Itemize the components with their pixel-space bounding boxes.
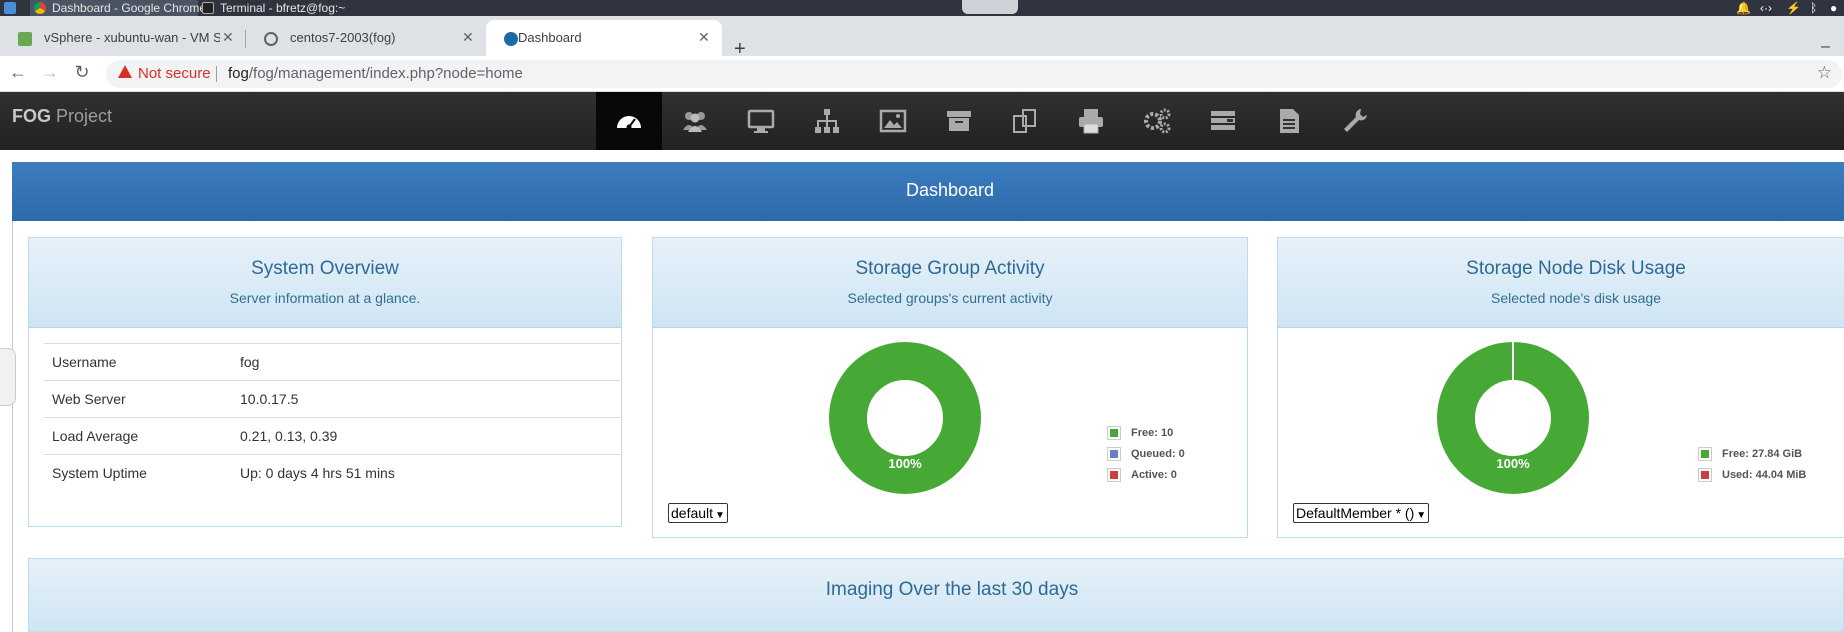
bookmark-star-icon[interactable]: ☆: [1817, 63, 1832, 83]
tab-centos[interactable]: centos7-2003(fog) ✕: [246, 20, 486, 56]
donut-percent-label: 100%: [888, 456, 922, 471]
card-title: System Overview: [251, 258, 399, 279]
url-text[interactable]: fog/fog/management/index.php?node=home: [228, 65, 523, 82]
disk-usage-legend: Free: 27.84 GiB Used: 44.04 MiB: [1698, 447, 1806, 489]
system-overview-card: System Overview Server information at a …: [28, 237, 622, 527]
printers-icon: [1079, 109, 1103, 134]
nav-tasks[interactable]: [1190, 92, 1256, 150]
tab-title: Dashboard: [518, 30, 582, 45]
power-icon[interactable]: ⚡: [1786, 0, 1801, 16]
storage-group-select[interactable]: default ▼: [668, 503, 728, 523]
table-row: Username fog: [44, 343, 620, 380]
chrome-icon: [34, 2, 46, 14]
legend-item: Free: 27.84 GiB: [1698, 447, 1806, 468]
nav-reports[interactable]: [1256, 92, 1322, 150]
panel-handle[interactable]: [962, 0, 1018, 14]
card-subtitle: Server information at a glance.: [229, 290, 421, 306]
vsphere-icon: [18, 32, 32, 46]
card-subtitle: Selected groups's current activity: [847, 290, 1053, 306]
taskbar-item-chrome[interactable]: Dashboard - Google Chrome: [30, 0, 206, 16]
address-bar[interactable]: Not secure fog/fog/management/index.php?…: [106, 60, 1842, 88]
imaging-history-card: Imaging Over the last 30 days: [28, 558, 1844, 632]
dashboard-heading-bar: Dashboard: [12, 162, 1844, 221]
fog-header: FOG Project: [0, 92, 1844, 150]
security-label[interactable]: Not secure: [138, 65, 211, 82]
close-tab-icon[interactable]: ✕: [222, 29, 234, 46]
app-menu-icon[interactable]: [4, 2, 16, 14]
nav-users[interactable]: [662, 92, 728, 150]
close-tab-icon[interactable]: ✕: [462, 29, 474, 46]
groups-icon: [815, 109, 839, 133]
warning-icon: [118, 65, 132, 78]
taskbar-item-label: Dashboard - Google Chrome: [52, 1, 207, 15]
close-tab-icon[interactable]: ✕: [698, 29, 710, 46]
legend-item: Active: 0: [1107, 468, 1185, 489]
nav-dashboard[interactable]: [596, 92, 662, 150]
notification-bell-icon[interactable]: 🔔: [1736, 0, 1751, 16]
card-title: Storage Node Disk Usage: [1466, 258, 1686, 279]
bluetooth-icon[interactable]: ᛒ: [1810, 0, 1817, 16]
side-panel-handle[interactable]: [0, 348, 16, 406]
overview-table: Username fog Web Server 10.0.17.5 Load Ave…: [44, 343, 620, 491]
users-icon: [683, 112, 707, 132]
page-title: Dashboard: [905, 180, 995, 200]
chevron-down-icon: ▼: [1416, 510, 1427, 521]
wrench-icon: [1344, 109, 1367, 132]
images-icon: [879, 109, 907, 133]
card-title: Imaging Over the last 30 days: [825, 579, 1079, 600]
taskbar-item-label: Terminal - bfretz@fog:~: [220, 1, 346, 15]
legend-item: Free: 10: [1107, 426, 1185, 447]
donut-percent-label: 100%: [1496, 456, 1530, 471]
nav-settings[interactable]: [1322, 92, 1388, 150]
back-button[interactable]: ←: [6, 62, 30, 83]
taskbar-item-terminal[interactable]: Terminal - bfretz@fog:~: [198, 0, 398, 16]
snapins-icon: [1013, 109, 1036, 133]
terminal-icon: [202, 2, 214, 14]
nav-images[interactable]: [860, 92, 926, 150]
forward-button[interactable]: →: [38, 62, 62, 83]
storage-group-activity-card: Storage Group Activity Selected groups's…: [652, 237, 1248, 538]
disk-usage-donut: 100%: [1437, 342, 1589, 494]
nav-groups[interactable]: [794, 92, 860, 150]
storage-node-select[interactable]: DefaultMember * () ▼: [1293, 503, 1430, 523]
fog-favicon-icon: [504, 32, 518, 46]
nav-hosts[interactable]: [728, 92, 794, 150]
nav-storage[interactable]: [926, 92, 992, 150]
tab-dashboard[interactable]: Dashboard ✕: [486, 20, 722, 56]
legend-item: Queued: 0: [1107, 447, 1185, 468]
reload-button[interactable]: ↻: [70, 62, 94, 83]
browser-toolbar: ← → ↻ Not secure fog/fog/management/inde…: [0, 56, 1844, 92]
storage-icon: [947, 111, 971, 131]
nav-printers[interactable]: [1058, 92, 1124, 150]
hosts-icon: [747, 109, 775, 133]
table-row: Load Average 0.21, 0.13, 0.39: [44, 417, 620, 454]
group-activity-donut: 100%: [829, 342, 981, 494]
service-gears-icon: [1144, 108, 1171, 134]
storage-node-disk-usage-card: Storage Node Disk Usage Selected node's …: [1277, 237, 1844, 538]
chevron-down-icon: ▼: [715, 510, 725, 521]
reports-icon: [1280, 109, 1299, 133]
dashboard-icon: [617, 116, 641, 130]
brand-logo[interactable]: FOG Project: [12, 106, 112, 127]
nav-fog-configuration[interactable]: [1124, 92, 1190, 150]
tab-title: centos7-2003(fog): [290, 30, 396, 45]
nav-snapins[interactable]: [992, 92, 1058, 150]
legend-item: Used: 44.04 MiB: [1698, 468, 1806, 489]
tasks-icon: [1211, 111, 1235, 130]
table-row: System Uptime Up: 0 days 4 hrs 51 mins: [44, 454, 620, 491]
globe-icon: [264, 32, 278, 46]
os-taskbar: Dashboard - Google Chrome Terminal - bfr…: [0, 0, 1844, 16]
network-icon[interactable]: ‹·›: [1760, 0, 1772, 16]
group-activity-legend: Free: 10 Queued: 0 Active: 0: [1107, 426, 1185, 489]
tab-title: vSphere - xubuntu-wan - VM SD: [44, 30, 220, 45]
user-icon[interactable]: ●: [1830, 0, 1837, 16]
browser-tab-strip: vSphere - xubuntu-wan - VM SD ✕ centos7-…: [0, 16, 1844, 60]
card-subtitle: Selected node's disk usage: [1490, 290, 1661, 306]
card-title: Storage Group Activity: [855, 258, 1045, 279]
window-minimize-button[interactable]: –: [1821, 38, 1830, 56]
table-row: Web Server 10.0.17.5: [44, 380, 620, 417]
tab-vsphere[interactable]: vSphere - xubuntu-wan - VM SD ✕: [0, 20, 246, 56]
